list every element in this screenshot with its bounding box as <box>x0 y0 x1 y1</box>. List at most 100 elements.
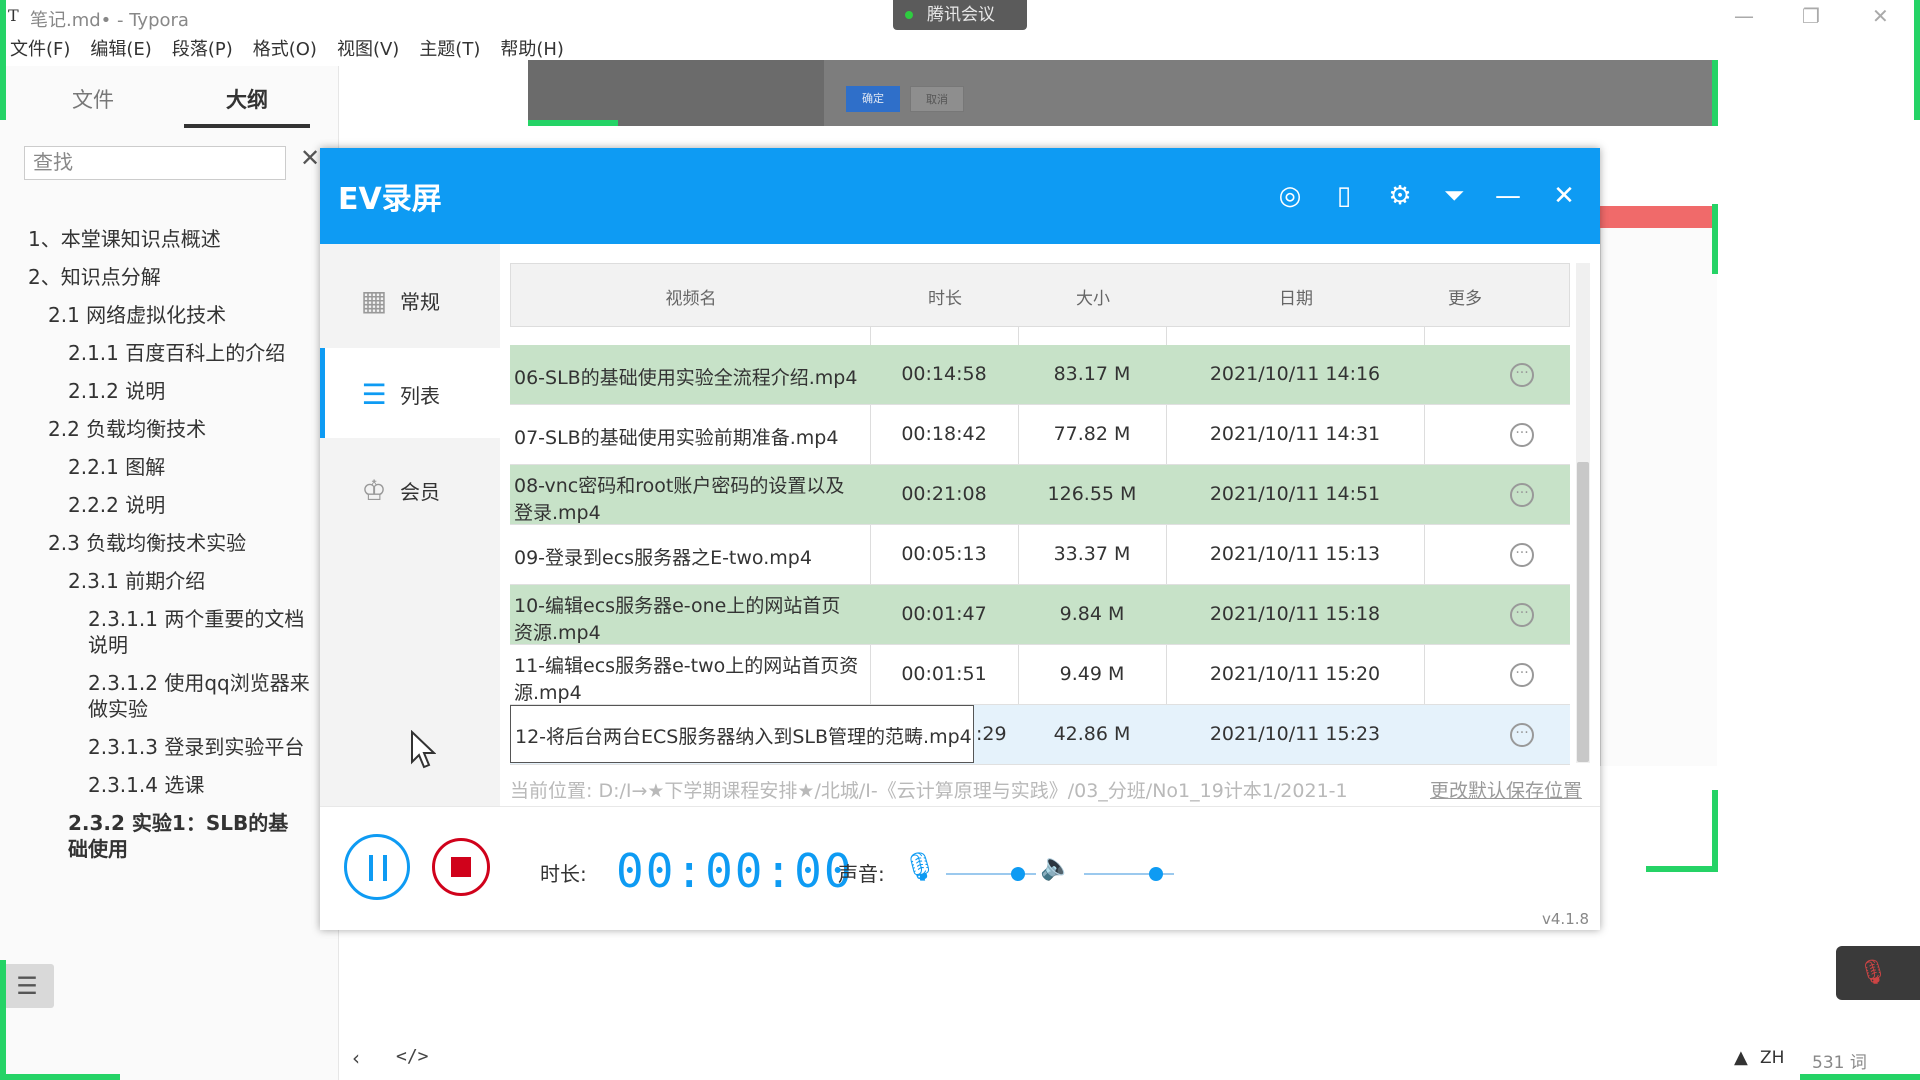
pause-button[interactable] <box>344 834 410 900</box>
menu-file[interactable]: 文件(F) <box>0 36 80 66</box>
outline-item[interactable]: 2、知识点分解 <box>28 264 308 290</box>
table-row[interactable]: 06-SLB的基础使用实验全流程介绍.mp4 00:14:58 83.17 M … <box>510 345 1570 405</box>
video-date: 2021/10/11 15:13 <box>1209 543 1381 565</box>
menu-bar: 文件(F) 编辑(E) 段落(P) 格式(O) 视图(V) 主题(T) 帮助(H… <box>0 36 574 66</box>
ev-recorder-window: EV录屏 ◎ ▯ ⚙ ⏷ — ✕ ▦ 常规 ☰ 列表 ♔ 会员 视频名 时长 大… <box>320 148 1600 930</box>
outline-item[interactable]: 2.2.1 图解 <box>68 454 348 480</box>
back-icon[interactable]: ‹ <box>352 1046 360 1070</box>
outline-item[interactable]: 1、本堂课知识点概述 <box>28 226 308 252</box>
video-size: 9.84 M <box>1059 603 1125 625</box>
video-size: 126.55 M <box>1047 483 1137 505</box>
table-row[interactable]: 11-编辑ecs服务器e-two上的网站首页资源.mp4 00:01:51 9.… <box>510 645 1570 705</box>
scrollbar-thumb[interactable] <box>1577 462 1589 762</box>
meeting-indicator[interactable]: 腾讯会议 <box>893 0 1027 30</box>
col-name[interactable]: 视频名 <box>511 284 871 309</box>
stop-button[interactable] <box>432 838 490 896</box>
rename-input-box[interactable]: 12-将后台两台ECS服务器纳入到SLB管理的范畴.mp4 <box>510 705 974 763</box>
speaker-volume-slider[interactable] <box>1084 866 1174 882</box>
gear-icon[interactable]: ⚙ <box>1382 178 1418 214</box>
nav-list[interactable]: ☰ 列表 <box>320 348 500 438</box>
video-name-edit[interactable]: 12-将后台两台ECS服务器纳入到SLB管理的范畴.mp4 <box>515 722 972 749</box>
divider <box>320 806 1600 807</box>
microphone-icon[interactable]: 🎙 <box>902 850 938 883</box>
tab-outline[interactable]: 大纲 <box>172 84 322 114</box>
more-icon[interactable]: ··· <box>1510 363 1534 387</box>
pause-icon <box>383 855 387 881</box>
nav-general[interactable]: ▦ 常规 <box>320 254 500 344</box>
table-row[interactable]: 07-SLB的基础使用实验前期准备.mp4 00:18:42 77.82 M 2… <box>510 405 1570 465</box>
user-icon[interactable]: ◎ <box>1272 178 1308 214</box>
outline-item[interactable]: 2.1.2 说明 <box>68 378 348 404</box>
warning-icon[interactable]: ▲ <box>1734 1047 1748 1068</box>
more-icon[interactable]: ··· <box>1510 423 1534 447</box>
language-indicator[interactable]: ZH <box>1760 1048 1784 1068</box>
search-close-icon[interactable]: ✕ <box>300 144 320 172</box>
nav-label: 常规 <box>400 290 440 314</box>
speaker-icon[interactable]: 🔈 <box>1040 852 1072 882</box>
window-title: 笔记.md• - Typora <box>30 10 189 31</box>
nav-member[interactable]: ♔ 会员 <box>320 444 500 534</box>
source-code-icon[interactable]: </> <box>396 1046 429 1067</box>
tab-files[interactable]: 文件 <box>18 84 168 114</box>
outline-item[interactable]: 2.2 负载均衡技术 <box>48 416 328 442</box>
duration-timer: 00:00:00 <box>616 844 854 898</box>
background-cancel-button: 取消 <box>910 86 964 112</box>
table-row[interactable]: 10-编辑ecs服务器e-one上的网站首页资源.mp4 00:01:47 9.… <box>510 585 1570 645</box>
minimize-icon[interactable]: — <box>1490 178 1526 214</box>
table-row[interactable]: 08-vnc密码和root账户密码的设置以及登录.mp4 00:21:08 12… <box>510 465 1570 525</box>
video-date: 2021/10/11 14:51 <box>1209 483 1381 505</box>
close-icon[interactable]: ✕ <box>1546 178 1582 214</box>
col-date[interactable]: 日期 <box>1167 284 1425 309</box>
menu-theme[interactable]: 主题(T) <box>409 36 490 66</box>
grid-icon: ▦ <box>360 284 388 317</box>
more-icon[interactable]: ··· <box>1510 483 1534 507</box>
col-duration[interactable]: 时长 <box>871 284 1019 309</box>
clipboard-icon[interactable]: ▯ <box>1326 178 1362 214</box>
more-icon[interactable]: ··· <box>1510 603 1534 627</box>
video-size: 33.37 M <box>1053 543 1131 565</box>
menu-edit[interactable]: 编辑(E) <box>80 36 161 66</box>
video-name: 06-SLB的基础使用实验全流程介绍.mp4 <box>514 367 858 389</box>
share-frame <box>1914 0 1920 120</box>
menu-paragraph[interactable]: 段落(P) <box>162 36 243 66</box>
outline-item[interactable]: 2.3.1.2 使用qq浏览器来做实验 <box>88 670 310 722</box>
outline-item[interactable]: 2.1 网络虚拟化技术 <box>48 302 328 328</box>
video-name: 09-登录到ecs服务器之E-two.mp4 <box>514 547 812 569</box>
outline-toggle-icon[interactable]: ☰ <box>0 964 54 1008</box>
video-date: 2021/10/11 15:20 <box>1209 663 1381 685</box>
menu-format[interactable]: 格式(O) <box>243 36 327 66</box>
restore-icon[interactable]: ❐ <box>1802 4 1820 28</box>
outline-search-input[interactable] <box>25 147 281 177</box>
active-tab-indicator <box>184 124 310 128</box>
more-icon[interactable]: ··· <box>1510 543 1534 567</box>
minimize-icon[interactable]: — <box>1734 4 1754 28</box>
outline-item[interactable]: 2.2.2 说明 <box>68 492 348 518</box>
word-count[interactable]: 531 词 <box>1812 1048 1867 1073</box>
outline-item[interactable]: 2.1.1 百度百科上的介绍 <box>68 340 348 366</box>
collapse-icon[interactable]: ⏷ <box>1436 178 1472 214</box>
table-row[interactable]: 09-登录到ecs服务器之E-two.mp4 00:05:13 33.37 M … <box>510 525 1570 585</box>
outline-item[interactable]: 2.3.1.1 两个重要的文档说明 <box>88 606 310 658</box>
nav-label: 会员 <box>400 480 440 504</box>
menu-view[interactable]: 视图(V) <box>327 36 409 66</box>
duration-label: 时长: <box>540 862 587 886</box>
typora-app-icon: T <box>8 6 19 25</box>
ev-header: EV录屏 ◎ ▯ ⚙ ⏷ — ✕ <box>320 148 1600 244</box>
outline-item[interactable]: 2.3.1 前期介绍 <box>68 568 348 594</box>
more-icon[interactable]: ··· <box>1510 723 1534 747</box>
table-row-selected[interactable]: 12-将后台两台ECS服务器纳入到SLB管理的范畴.mp4 :29 42.86 … <box>510 705 1570 765</box>
meeting-mute-button[interactable]: 🎙 <box>1836 946 1920 1000</box>
more-icon[interactable]: ··· <box>1510 663 1534 687</box>
slider-knob[interactable] <box>1010 867 1025 881</box>
video-duration: 00:01:47 <box>901 603 987 625</box>
video-size: 83.17 M <box>1053 363 1131 385</box>
close-icon[interactable]: ✕ <box>1872 4 1889 28</box>
col-size[interactable]: 大小 <box>1019 284 1167 309</box>
change-save-location-link[interactable]: 更改默认保存位置 <box>1430 776 1582 803</box>
video-duration: 00:01:51 <box>901 663 987 685</box>
slider-knob[interactable] <box>1148 867 1163 881</box>
outline-item[interactable]: 2.3 负载均衡技术实验 <box>48 530 328 556</box>
outline-item-active[interactable]: 2.3.2 实验1：SLB的基础使用 <box>68 810 308 862</box>
video-date: 2021/10/11 14:16 <box>1209 363 1381 385</box>
mic-volume-slider[interactable] <box>946 866 1036 882</box>
